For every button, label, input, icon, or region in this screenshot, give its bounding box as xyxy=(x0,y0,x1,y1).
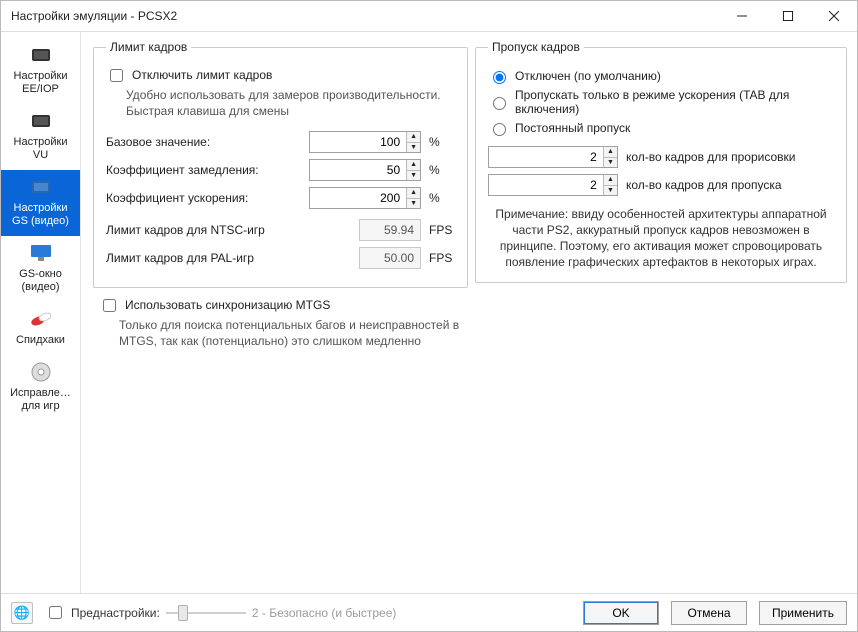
base-speed-input[interactable]: ▲▼ xyxy=(309,131,421,153)
skip-constant-radio[interactable] xyxy=(493,123,506,136)
pal-limit-label: Лимит кадров для PAL-игр xyxy=(106,251,351,265)
sidebar-item-label: Настройки xyxy=(14,70,68,83)
maximize-icon xyxy=(783,11,793,21)
sidebar-item-label: VU xyxy=(33,149,48,162)
sidebar-item-label: Настройки xyxy=(14,202,68,215)
presets-checkbox[interactable] xyxy=(49,606,62,619)
sidebar-item-label: Исправле… xyxy=(10,387,71,400)
frame-skip-note: Примечание: ввиду особенностей архитекту… xyxy=(488,206,834,270)
skip-disabled-radio[interactable] xyxy=(493,71,506,84)
skip-turbo-label: Пропускать только в режиме ускорения (TA… xyxy=(515,88,834,116)
spin-buttons[interactable]: ▲▼ xyxy=(406,132,420,152)
disable-limit-label: Отключить лимит кадров xyxy=(132,68,272,82)
ntsc-limit-label: Лимит кадров для NTSC-игр xyxy=(106,223,351,237)
frame-skip-group: Пропуск кадров Отключен (по умолчанию) П… xyxy=(475,40,847,283)
disable-limit-hint: Удобно использовать для замеров производ… xyxy=(126,87,455,119)
statusbar: 🌐 Преднастройки: 2 - Безопасно (и быстре… xyxy=(1,593,857,631)
sidebar-item-vu[interactable]: Настройки VU xyxy=(1,104,80,170)
frame-limit-legend: Лимит кадров xyxy=(106,40,191,54)
spin-buttons[interactable]: ▲▼ xyxy=(406,188,420,208)
cancel-button[interactable]: Отмена xyxy=(671,601,747,625)
monitor-icon xyxy=(27,242,55,264)
skip-disabled-label: Отключен (по умолчанию) xyxy=(515,69,661,83)
minimize-icon xyxy=(737,11,747,21)
ok-button[interactable]: OK xyxy=(583,601,659,625)
percent-unit: % xyxy=(429,135,455,149)
percent-unit: % xyxy=(429,163,455,177)
disable-limit-checkbox[interactable] xyxy=(110,69,123,82)
minimize-button[interactable] xyxy=(719,1,765,31)
frame-skip-legend: Пропуск кадров xyxy=(488,40,584,54)
sidebar-item-gs-video[interactable]: Настройки GS (видео) xyxy=(1,170,80,236)
close-icon xyxy=(829,11,839,21)
sidebar-item-speedhacks[interactable]: Спидхаки xyxy=(1,302,80,355)
fps-unit: FPS xyxy=(429,223,455,237)
window-title: Настройки эмуляции - PCSX2 xyxy=(11,9,719,23)
maximize-button[interactable] xyxy=(765,1,811,31)
frames-skip-label: кол-во кадров для пропуска xyxy=(626,178,782,192)
skip-constant-label: Постоянный пропуск xyxy=(515,121,630,135)
turbo-speed-label: Коэффициент ускорения: xyxy=(106,191,301,205)
skip-turbo-radio[interactable] xyxy=(493,97,506,110)
mtgs-sync-checkbox[interactable] xyxy=(103,299,116,312)
apply-button[interactable]: Применить xyxy=(759,601,847,625)
presets-slider xyxy=(166,604,246,622)
sidebar-item-label: Спидхаки xyxy=(16,334,65,347)
globe-icon: 🌐 xyxy=(14,605,30,621)
slow-speed-label: Коэффициент замедления: xyxy=(106,163,301,177)
close-button[interactable] xyxy=(811,1,857,31)
app-window: Настройки эмуляции - PCSX2 Настройки EE/… xyxy=(0,0,858,632)
pal-limit-input xyxy=(359,247,421,269)
spin-buttons[interactable]: ▲▼ xyxy=(603,147,617,167)
sidebar-item-label: GS-окно xyxy=(19,268,62,281)
base-speed-label: Базовое значение: xyxy=(106,135,301,149)
preset-description: 2 - Безопасно (и быстрее) xyxy=(252,606,397,620)
titlebar: Настройки эмуляции - PCSX2 xyxy=(1,1,857,31)
sidebar-item-label: GS (видео) xyxy=(12,215,69,228)
slow-speed-input[interactable]: ▲▼ xyxy=(309,159,421,181)
sidebar-item-label: Настройки xyxy=(14,136,68,149)
frames-skip-input[interactable]: ▲▼ xyxy=(488,174,618,196)
chip-icon xyxy=(27,44,55,66)
mtgs-sync-hint: Только для поиска потенциальных багов и … xyxy=(119,317,465,349)
chip-icon xyxy=(27,176,55,198)
sidebar-item-label: EE/IOP xyxy=(22,83,59,96)
frames-draw-input[interactable]: ▲▼ xyxy=(488,146,618,168)
percent-unit: % xyxy=(429,191,455,205)
sidebar-item-gamefixes[interactable]: Исправле… для игр xyxy=(1,355,80,421)
fps-unit: FPS xyxy=(429,251,455,265)
frames-draw-label: кол-во кадров для прорисовки xyxy=(626,150,795,164)
frame-limit-group: Лимит кадров Отключить лимит кадров Удоб… xyxy=(93,40,468,288)
pills-icon xyxy=(27,308,55,330)
main-panel: Лимит кадров Отключить лимит кадров Удоб… xyxy=(81,32,857,593)
language-button[interactable]: 🌐 xyxy=(11,602,33,624)
disc-icon xyxy=(27,361,55,383)
sidebar-item-ee-iop[interactable]: Настройки EE/IOP xyxy=(1,38,80,104)
sidebar: Настройки EE/IOP Настройки VU Настройки … xyxy=(1,32,81,593)
sidebar-item-label: (видео) xyxy=(22,281,60,294)
ntsc-limit-input xyxy=(359,219,421,241)
sidebar-item-gs-window[interactable]: GS-окно (видео) xyxy=(1,236,80,302)
turbo-speed-input[interactable]: ▲▼ xyxy=(309,187,421,209)
mtgs-sync-label: Использовать синхронизацию MTGS xyxy=(125,298,330,312)
spin-buttons[interactable]: ▲▼ xyxy=(406,160,420,180)
chip-icon xyxy=(27,110,55,132)
presets-label: Преднастройки: xyxy=(71,606,160,620)
spin-buttons[interactable]: ▲▼ xyxy=(603,175,617,195)
sidebar-item-label: для игр xyxy=(21,400,59,413)
